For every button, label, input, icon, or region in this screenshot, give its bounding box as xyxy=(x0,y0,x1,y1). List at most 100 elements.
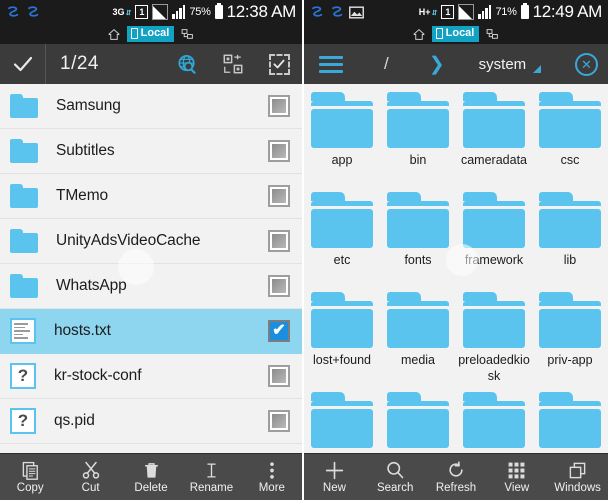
chevron-right-icon: ❯ xyxy=(428,53,445,75)
folder-icon xyxy=(463,92,525,148)
select-all-icon xyxy=(268,53,290,75)
folder-icon xyxy=(387,92,449,148)
right-status-bar: H+ ⇵ 1 71% 12:49 AM Local xyxy=(304,0,608,44)
grid-item[interactable]: csc xyxy=(532,92,608,192)
grid-item[interactable]: framework xyxy=(446,192,532,292)
grid-view-icon xyxy=(507,460,526,481)
select-all-button[interactable] xyxy=(256,53,302,75)
rename-label: Rename xyxy=(189,481,234,494)
refresh-button[interactable]: Refresh xyxy=(426,454,487,500)
grid-item[interactable] xyxy=(456,392,532,453)
list-item[interactable]: WhatsApp xyxy=(0,264,302,309)
folder-icon xyxy=(311,92,373,148)
grid-item[interactable] xyxy=(380,392,456,453)
list-item[interactable]: UnityAdsVideoCache xyxy=(0,219,302,285)
rename-button[interactable]: Rename xyxy=(181,454,241,500)
grid-item[interactable]: lib xyxy=(532,192,608,292)
clock-label: 12:49 AM xyxy=(532,2,603,21)
left-status-bar: 3G ⇵ 1 75% 12:38 AM Local xyxy=(0,0,302,44)
list-item[interactable]: TMemo xyxy=(0,174,302,219)
row-checkbox[interactable] xyxy=(268,365,290,387)
delete-button[interactable]: Delete xyxy=(121,454,181,500)
network-type-label: 3G xyxy=(112,6,125,17)
grid-item[interactable]: bin xyxy=(380,92,456,192)
grid-item[interactable]: priv-app xyxy=(532,292,608,392)
search-button[interactable]: Search xyxy=(365,454,426,500)
right-bottom-bar: New Search Refresh View Windows xyxy=(304,453,608,500)
app-logo-icon xyxy=(332,5,343,17)
left-toolbar: 1/24 xyxy=(0,44,302,84)
grid-item[interactable]: etc xyxy=(304,192,380,292)
scan-select-button[interactable] xyxy=(210,53,256,75)
folder-grid[interactable]: app bin cameradata csc etc fonts framewo… xyxy=(304,84,608,453)
row-checkbox[interactable] xyxy=(268,140,290,162)
more-button[interactable]: More xyxy=(242,454,302,500)
text-file-icon xyxy=(10,318,36,344)
right-status-row-secondary: Local xyxy=(304,24,608,44)
grid-item-label: preloadedkiosk xyxy=(458,353,530,383)
data-arrows-icon: ⇵ xyxy=(431,9,438,17)
list-item[interactable]: hosts.txt ✔ xyxy=(0,309,302,354)
signal-triangle-icon xyxy=(152,4,169,20)
folder-icon xyxy=(311,292,373,348)
refresh-label: Refresh xyxy=(435,481,477,494)
folder-icon xyxy=(10,184,38,208)
right-file-panel: H+ ⇵ 1 71% 12:49 AM Local / ❯ system ✕ a… xyxy=(304,0,608,500)
list-item[interactable]: ? qs.pid xyxy=(0,399,302,444)
trash-icon xyxy=(142,460,161,481)
list-item[interactable]: Samsung xyxy=(0,84,302,129)
row-checkbox[interactable]: ✔ xyxy=(268,320,290,342)
row-checkbox[interactable] xyxy=(268,275,290,297)
grid-item[interactable]: preloadedkiosk xyxy=(456,292,532,392)
triangle-down-icon[interactable] xyxy=(533,64,542,73)
close-circle-icon[interactable]: ✕ xyxy=(575,52,598,76)
row-checkbox[interactable] xyxy=(268,410,290,432)
list-item[interactable]: Subtitles xyxy=(0,129,302,174)
row-checkbox[interactable] xyxy=(268,185,290,207)
new-button[interactable]: New xyxy=(304,454,365,500)
grid-item-label: lib xyxy=(563,253,577,267)
network-type-indicator: 3G ⇵ xyxy=(112,6,132,17)
selection-count-label: 1/24 xyxy=(60,53,99,74)
windows-button[interactable]: Windows xyxy=(547,454,608,500)
grid-item-label: lost+found xyxy=(312,353,372,367)
search-icon xyxy=(385,460,405,481)
grid-item[interactable] xyxy=(304,392,380,453)
copy-button[interactable]: Copy xyxy=(0,454,60,500)
row-checkbox[interactable] xyxy=(268,95,290,117)
breadcrumb-root[interactable]: / xyxy=(380,54,393,74)
search-label: Search xyxy=(376,481,414,494)
grid-item[interactable]: media xyxy=(380,292,456,392)
grid-item[interactable] xyxy=(532,392,608,453)
grid-item[interactable]: cameradata xyxy=(456,92,532,192)
grid-item[interactable]: fonts xyxy=(380,192,456,292)
list-item-label: qs.pid xyxy=(54,412,95,429)
plus-icon xyxy=(324,460,345,481)
view-button[interactable]: View xyxy=(486,454,547,500)
folder-icon xyxy=(387,192,449,248)
left-status-row-secondary: Local xyxy=(0,24,302,44)
globe-search-button[interactable] xyxy=(164,53,210,76)
menu-button[interactable] xyxy=(304,55,358,73)
windows-icon xyxy=(568,460,587,481)
list-item-label: WhatsApp xyxy=(56,277,127,294)
network-share-icon xyxy=(181,28,194,39)
storage-location-badge: Local xyxy=(431,26,480,42)
data-arrows-icon: ⇵ xyxy=(125,9,132,17)
file-list[interactable]: Samsung Subtitles TMemo UnityAdsVideoCac… xyxy=(0,84,302,453)
row-checkbox[interactable] xyxy=(268,230,290,252)
unknown-file-icon: ? xyxy=(10,363,36,389)
grid-item[interactable]: lost+found xyxy=(304,292,380,392)
sim-indicator: 1 xyxy=(441,5,455,19)
folder-icon xyxy=(10,139,38,163)
grid-item[interactable]: app xyxy=(304,92,380,192)
checkmark-icon xyxy=(13,56,32,72)
grid-item-label: bin xyxy=(409,153,427,167)
confirm-selection-button[interactable] xyxy=(0,44,46,84)
list-item-label: Samsung xyxy=(56,97,121,114)
cut-label: Cut xyxy=(81,481,100,494)
cut-button[interactable]: Cut xyxy=(60,454,120,500)
list-item[interactable]: ? kr-stock-conf xyxy=(0,354,302,399)
app-logo-icon xyxy=(312,5,323,17)
breadcrumb-current[interactable]: system xyxy=(479,56,527,73)
